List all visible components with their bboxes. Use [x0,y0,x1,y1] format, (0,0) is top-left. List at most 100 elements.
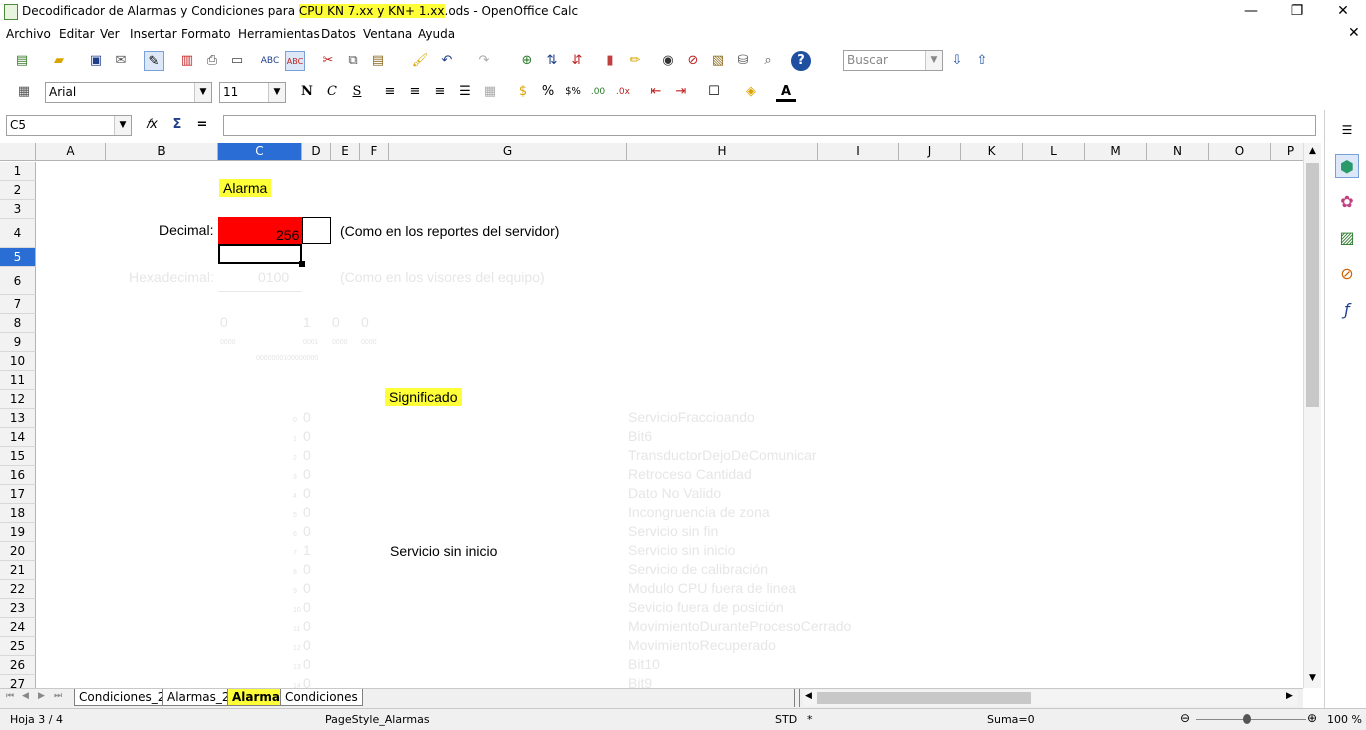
col-header-b[interactable]: B [106,143,218,161]
cut-icon[interactable]: ✂ [318,51,338,71]
horizontal-scrollbar[interactable]: ◀ ▶ [803,690,1298,706]
row-header-27[interactable]: 27 [0,675,36,688]
bold-button[interactable]: N [297,82,317,102]
status-zoom[interactable]: 100 % [1327,713,1362,726]
chart-icon[interactable]: ▮ [600,51,620,71]
row-header-10[interactable]: 10 [0,352,36,371]
row-header-24[interactable]: 24 [0,618,36,637]
col-header-g[interactable]: G [389,143,627,161]
new-document-icon[interactable]: ▤ [12,51,32,71]
col-header-e[interactable]: E [331,143,360,161]
functions-sidebar-icon[interactable]: ƒ [1335,298,1359,322]
col-header-i[interactable]: I [818,143,899,161]
help-icon[interactable]: ? [791,51,811,71]
row-header-3[interactable]: 3 [0,200,36,219]
scroll-up-icon[interactable]: ▲ [1304,143,1321,160]
autospellcheck-icon[interactable]: ABC [285,51,305,71]
edit-file-icon[interactable]: ✎ [144,51,164,71]
undo-icon[interactable]: ↶ [437,51,457,71]
data-sources-icon[interactable]: ⛁ [733,51,753,71]
export-pdf-icon[interactable]: ▥ [177,51,197,71]
col-header-n[interactable]: N [1147,143,1209,161]
scroll-down-icon[interactable]: ▼ [1304,670,1321,687]
row-header-16[interactable]: 16 [0,466,36,485]
tab-condiciones-2[interactable]: Condiciones_2 [74,689,171,706]
col-header-j[interactable]: J [899,143,961,161]
add-decimal-icon[interactable]: .00 [588,82,608,102]
vertical-scrollbar[interactable]: ▲ ▼ [1303,143,1321,688]
redo-icon[interactable]: ↷ [474,51,494,71]
row-header-17[interactable]: 17 [0,485,36,504]
col-header-m[interactable]: M [1085,143,1147,161]
menu-ver[interactable]: Ver [100,27,120,41]
col-header-k[interactable]: K [961,143,1023,161]
print-icon[interactable]: ⎙ [202,51,222,71]
row-header-19[interactable]: 19 [0,523,36,542]
close-button[interactable]: ✕ [1320,0,1366,24]
italic-button[interactable]: C [322,82,342,102]
gallery-sidebar-icon[interactable]: ▨ [1335,226,1359,250]
row-header-23[interactable]: 23 [0,599,36,618]
zoom-out-icon[interactable]: ⊖ [1180,711,1190,725]
remove-decimal-icon[interactable]: .0x [613,82,633,102]
menu-ventana[interactable]: Ventana [363,27,412,41]
row-header-15[interactable]: 15 [0,447,36,466]
zoom-slider-handle[interactable] [1243,714,1251,724]
properties-icon[interactable]: ⬢ [1335,154,1359,178]
row-header-1[interactable]: 1 [0,162,36,181]
first-sheet-icon[interactable]: ⏮ [6,691,14,701]
col-header-d[interactable]: D [302,143,331,161]
row-header-21[interactable]: 21 [0,561,36,580]
percent-icon[interactable]: % [538,82,558,102]
search-input[interactable]: Buscar ▼ [843,50,943,71]
function-icon[interactable]: = [192,115,212,135]
decrease-indent-icon[interactable]: ⇤ [646,82,666,102]
zoom-slider[interactable] [1196,719,1306,720]
formula-input[interactable] [223,115,1316,136]
align-left-icon[interactable]: ≡ [380,82,400,102]
function-wizard-icon[interactable]: 𝑓x [142,115,162,135]
merge-cells-icon[interactable]: ▦ [480,82,500,102]
font-name-select[interactable]: Arial ▼ [45,82,212,103]
open-folder-icon[interactable]: ▰ [49,51,69,71]
next-sheet-icon[interactable]: ▶ [38,691,45,701]
justify-icon[interactable]: ☰ [455,82,475,102]
status-sum[interactable]: Suma=0 [987,713,1035,726]
number-format-icon[interactable]: $% [563,82,583,102]
styles-icon[interactable]: ▦ [14,82,34,102]
row-header-12[interactable]: 12 [0,390,36,409]
col-header-f[interactable]: F [360,143,389,161]
row-header-26[interactable]: 26 [0,656,36,675]
hyperlink-icon[interactable]: ⊕ [517,51,537,71]
row-header-7[interactable]: 7 [0,295,36,314]
spellcheck-icon[interactable]: ABC [260,51,280,71]
status-insert-mode[interactable]: STD [775,713,797,726]
borders-icon[interactable]: ☐ [704,82,724,102]
sort-descending-icon[interactable]: ⇵ [567,51,587,71]
row-header-13[interactable]: 13 [0,409,36,428]
prev-sheet-icon[interactable]: ◀ [22,691,29,701]
status-page-style[interactable]: PageStyle_Alarmas [325,713,430,726]
name-box[interactable]: C5 ▼ [6,115,132,136]
scroll-left-icon[interactable]: ◀ [805,691,812,701]
row-header-8[interactable]: 8 [0,314,36,333]
menu-ayuda[interactable]: Ayuda [418,27,455,41]
zoom-icon[interactable]: ⌕ [758,51,778,71]
fill-handle[interactable] [299,261,305,267]
copy-icon[interactable]: ⧉ [343,51,363,71]
last-sheet-icon[interactable]: ⏭ [54,691,62,701]
row-header-18[interactable]: 18 [0,504,36,523]
tab-splitter[interactable] [794,689,800,707]
sort-ascending-icon[interactable]: ⇅ [542,51,562,71]
styles-formatting-icon[interactable]: ✿ [1335,190,1359,214]
menu-herramientas[interactable]: Herramientas [238,27,320,41]
row-header-20[interactable]: 20 [0,542,36,561]
menu-datos[interactable]: Datos [321,27,356,41]
background-color-icon[interactable]: ◈ [741,82,761,102]
draw-functions-icon[interactable]: ✏ [625,51,645,71]
tab-alarmas-2[interactable]: Alarmas_2 [162,689,235,706]
row-header-4[interactable]: 4 [0,219,36,248]
col-header-p[interactable]: P [1271,143,1303,161]
col-header-l[interactable]: L [1023,143,1085,161]
clone-format-icon[interactable]: 🖌 [410,51,430,71]
